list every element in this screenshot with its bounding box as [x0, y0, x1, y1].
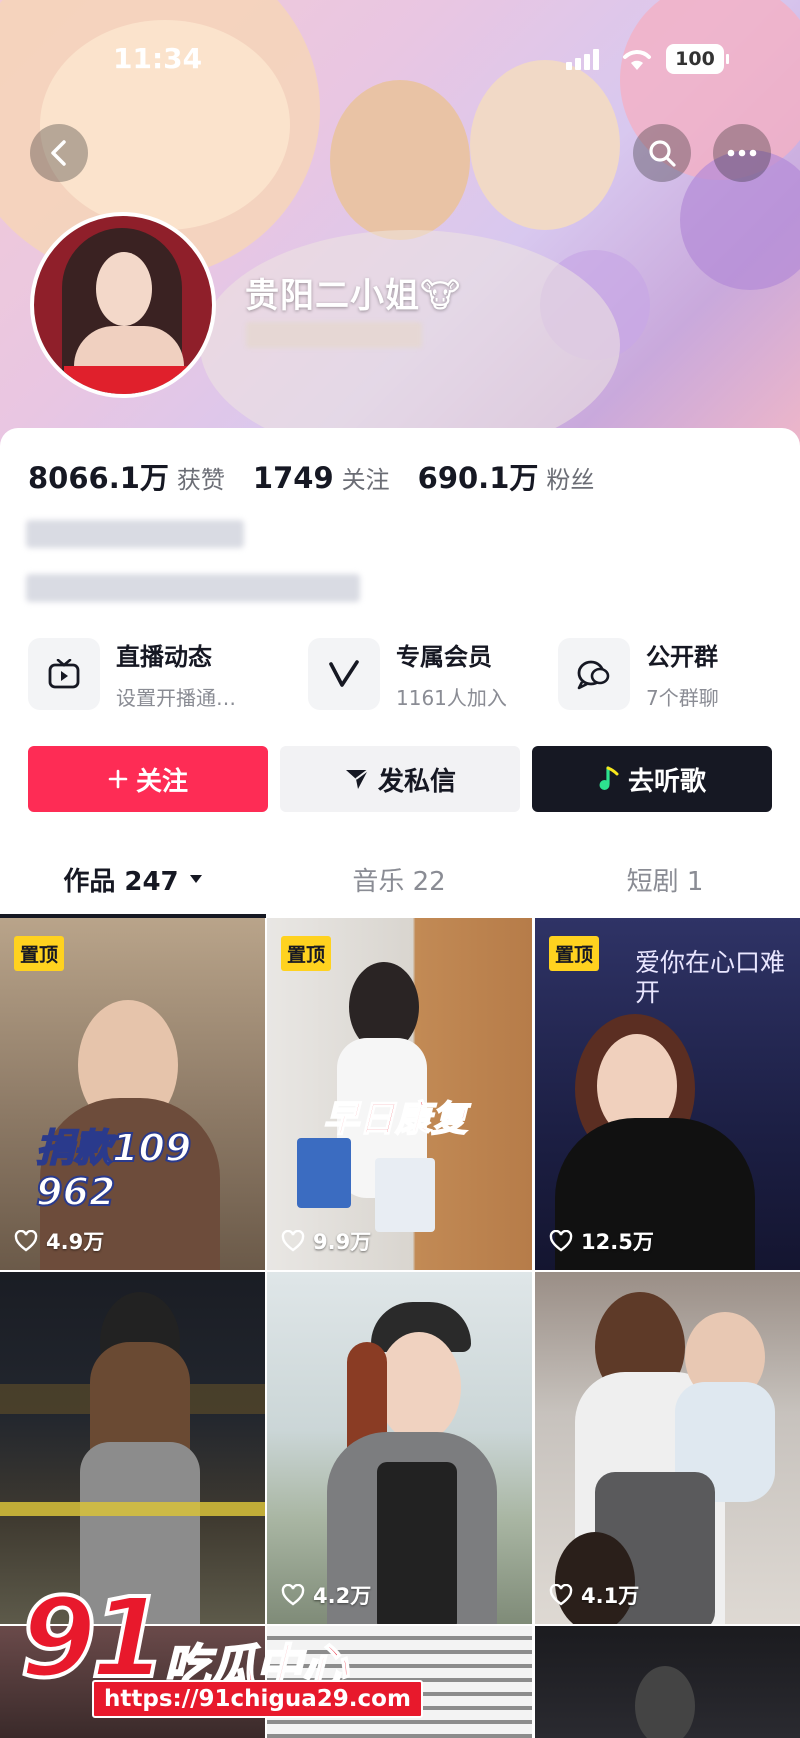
- wifi-icon: [623, 50, 651, 70]
- signal-icon: [566, 48, 606, 70]
- video-caption: 捐款109 962: [35, 1125, 192, 1215]
- status-bar: 11:34 100: [0, 38, 800, 78]
- video-tile[interactable]: [535, 1626, 800, 1738]
- like-count: 9.9万: [281, 1226, 371, 1256]
- chevron-left-icon: [51, 140, 66, 166]
- like-count-value: 9.9万: [313, 1230, 372, 1254]
- stat-value: 1749: [252, 461, 334, 495]
- video-tile[interactable]: 4.2万: [267, 1272, 532, 1624]
- like-count-value: 12.5万: [581, 1230, 654, 1254]
- like-count: 4.9万: [14, 1226, 104, 1256]
- music-note-icon: [598, 766, 620, 792]
- video-tile[interactable]: 4.1万: [535, 1272, 800, 1624]
- stat-label: 粉丝: [546, 466, 595, 494]
- video-tile[interactable]: 捐款109 962 置顶 4.9万: [0, 918, 265, 1270]
- feature-subtitle: 1161人加入: [396, 686, 507, 710]
- tab-short-drama[interactable]: 短剧 1: [532, 848, 798, 910]
- heart-icon: [14, 1230, 38, 1252]
- profile-cover: 11:34 100 贵阳二小姐🐮: [0, 0, 800, 460]
- pinned-badge: 置顶: [549, 936, 600, 971]
- listen-music-button[interactable]: 去听歌: [532, 746, 772, 812]
- like-count-value: 4.1万: [581, 1584, 640, 1608]
- battery-level: 100: [675, 48, 715, 70]
- video-tile[interactable]: 爱你在心口难开 置顶 12.5万: [535, 918, 800, 1270]
- stat-value: 8066.1万: [28, 461, 169, 495]
- like-count: 4.1万: [549, 1580, 639, 1610]
- profile-name: 贵阳二小姐🐮: [245, 276, 462, 316]
- tab-label: 作品 247: [63, 866, 179, 897]
- content-tabs: 作品 247 音乐 22 短剧 1: [0, 848, 800, 910]
- search-icon: [649, 140, 676, 167]
- follow-button[interactable]: 关注: [28, 746, 268, 812]
- listen-label: 去听歌: [627, 766, 706, 797]
- cover-decor: [470, 60, 620, 230]
- follow-label: 关注: [135, 766, 188, 797]
- tab-music[interactable]: 音乐 22: [266, 848, 532, 910]
- send-icon: [344, 767, 370, 791]
- tab-label: 短剧 1: [626, 866, 704, 897]
- watermark: 91 吃瓜中心 https://91chigua29.com: [14, 1572, 423, 1724]
- cover-decor: [330, 80, 470, 240]
- feature-title: 直播动态: [116, 643, 212, 671]
- watermark-url: https://91chigua29.com: [92, 1680, 423, 1718]
- stat-followers[interactable]: 690.1万 粉丝: [418, 455, 595, 497]
- blurred-bio-line: [26, 520, 244, 548]
- avatar[interactable]: [30, 212, 216, 398]
- video-caption: 爱你在心口难开: [635, 948, 786, 1007]
- heart-icon: [281, 1230, 305, 1252]
- v-member-icon: [308, 638, 380, 710]
- stat-likes: 8066.1万 获赞: [28, 455, 225, 497]
- message-button[interactable]: 发私信: [280, 746, 520, 812]
- feature-live[interactable]: 直播动态 设置开播通…: [28, 634, 236, 714]
- feature-subtitle: 7个群聊: [646, 686, 719, 710]
- feature-membership[interactable]: 专属会员 1161人加入: [308, 634, 507, 714]
- caret-down-icon: [189, 875, 202, 883]
- stat-label: 获赞: [176, 466, 225, 494]
- search-button[interactable]: [633, 124, 691, 182]
- pinned-badge: 置顶: [281, 936, 332, 971]
- heart-icon: [549, 1230, 573, 1252]
- like-count-value: 4.9万: [46, 1230, 105, 1254]
- feature-group[interactable]: 公开群 7个群聊: [558, 634, 719, 714]
- stat-following[interactable]: 1749 关注: [253, 460, 390, 495]
- feature-title: 公开群: [646, 643, 718, 671]
- tab-works[interactable]: 作品 247: [0, 848, 266, 910]
- feature-subtitle: 设置开播通…: [116, 686, 236, 710]
- feature-title: 专属会员: [396, 643, 492, 671]
- more-dots-icon: [727, 149, 757, 157]
- video-caption: 早日康复: [322, 1098, 468, 1141]
- heart-icon: [549, 1584, 573, 1606]
- tab-label: 音乐 22: [352, 866, 446, 897]
- stat-value: 690.1万: [417, 461, 539, 495]
- battery-icon: 100: [666, 44, 729, 74]
- status-time: 11:34: [113, 42, 203, 75]
- message-label: 发私信: [377, 766, 456, 797]
- stat-label: 关注: [341, 466, 390, 494]
- blurred-bio-line: [26, 574, 360, 602]
- profile-stats: 8066.1万 获赞 1749 关注 690.1万 粉丝: [28, 455, 622, 497]
- tv-icon: [28, 638, 100, 710]
- action-buttons: 关注 发私信 去听歌: [28, 746, 772, 812]
- video-tile[interactable]: 早日康复 置顶 9.9万: [267, 918, 532, 1270]
- plus-icon: [108, 769, 128, 789]
- more-button[interactable]: [713, 124, 771, 182]
- feature-row: 直播动态 设置开播通… 专属会员 1161人加入 公开群 7个群聊: [28, 634, 778, 714]
- chat-group-icon: [558, 638, 630, 710]
- video-tile[interactable]: [0, 1272, 265, 1624]
- back-button[interactable]: [30, 124, 88, 182]
- blurred-account-id: [246, 322, 422, 348]
- like-count: 12.5万: [549, 1226, 654, 1256]
- pinned-badge: 置顶: [14, 936, 65, 971]
